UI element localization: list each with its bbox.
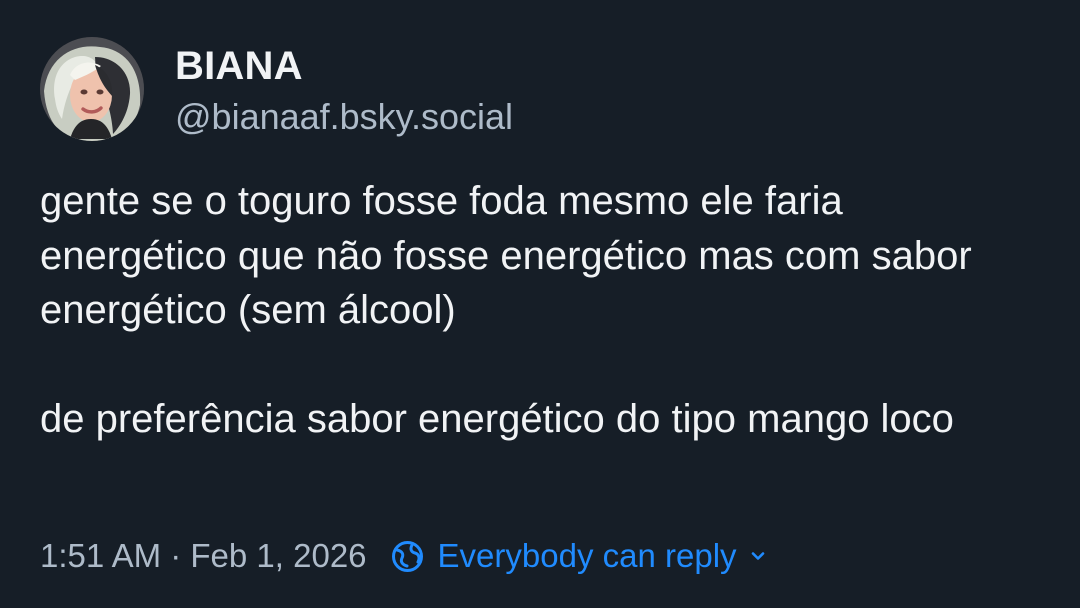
avatar-image — [40, 37, 144, 141]
post: BIANA @bianaaf.bsky.social gente se o to… — [0, 0, 1080, 608]
post-meta: 1:51 AM · Feb 1, 2026 Everybody can repl… — [40, 533, 767, 579]
post-paragraph: gente se o toguro fosse foda mesmo ele f… — [40, 179, 972, 332]
globe-icon — [391, 540, 423, 572]
post-paragraph: de preferência sabor energético do tipo … — [40, 397, 954, 441]
chevron-down-icon — [751, 552, 764, 560]
post-timestamp: 1:51 AM · Feb 1, 2026 — [40, 537, 367, 574]
reply-setting-button[interactable]: Everybody can reply — [391, 537, 767, 575]
post-text: gente se o toguro fosse foda mesmo ele f… — [40, 174, 1040, 447]
display-name[interactable]: BIANA — [175, 42, 303, 90]
reply-setting-label: Everybody can reply — [437, 537, 737, 574]
author-handle[interactable]: @bianaaf.bsky.social — [175, 95, 513, 139]
avatar[interactable] — [40, 37, 144, 141]
